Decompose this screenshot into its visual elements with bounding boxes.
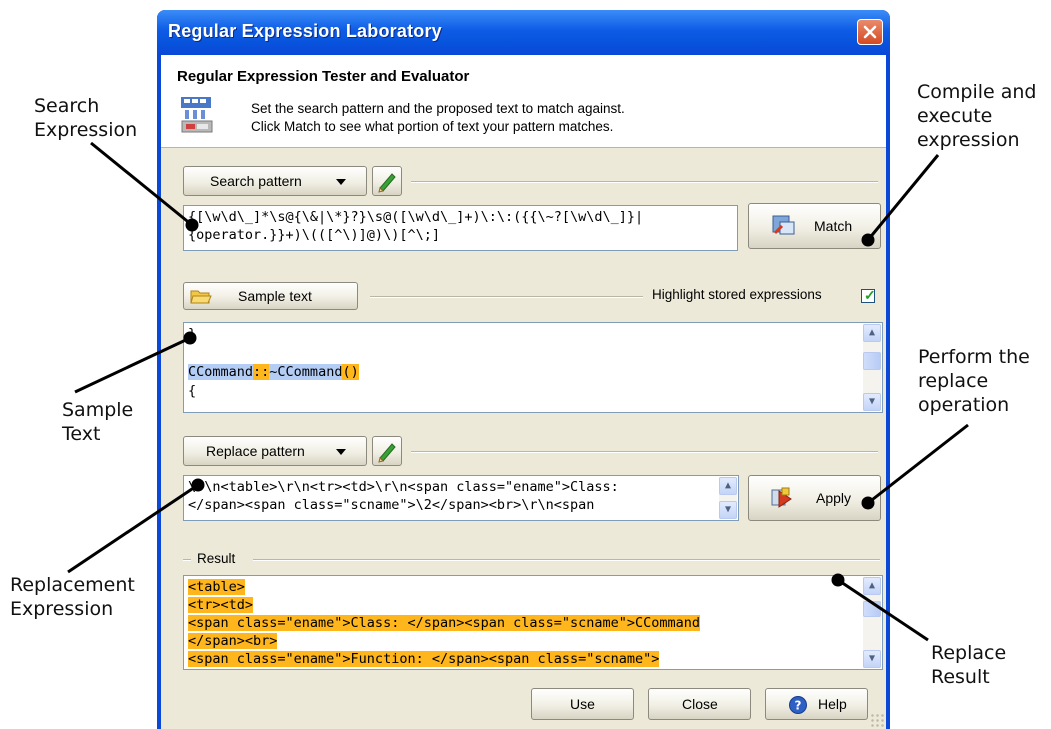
match-button[interactable]: Match	[748, 203, 881, 249]
search-pattern-input[interactable]: {[\w\d\_]*\s@{\&|\*}?}\s@([\w\d\_]+)\:\:…	[183, 205, 738, 251]
close-label: Close	[682, 696, 718, 712]
sample-scrollbar[interactable]: ▲ ▼	[863, 324, 881, 411]
replace-separator	[411, 451, 878, 453]
use-button[interactable]: Use	[531, 688, 634, 720]
search-pattern-line: {[\w\d\_]*\s@{\&|\*}?}\s@([\w\d\_]+)\:\:…	[188, 209, 644, 225]
edit-replace-pattern-button[interactable]	[372, 436, 402, 466]
header-description-line1: Set the search pattern and the proposed …	[251, 101, 625, 116]
help-button[interactable]: ? Help	[765, 688, 868, 720]
header-description-line2: Click Match to see what portion of text …	[251, 119, 614, 134]
annotation-search-expression: Search Expression	[34, 95, 138, 141]
window-title: Regular Expression Laboratory	[168, 21, 442, 41]
result-label: Result	[197, 551, 236, 566]
search-separator	[411, 181, 878, 183]
chevron-down-icon	[336, 449, 346, 455]
scroll-thumb[interactable]	[863, 601, 881, 617]
replace-scrollbar[interactable]: ▲ ▼	[719, 477, 737, 519]
annotation-compile-execute: Compile and execute expression	[917, 81, 1037, 151]
highlight-stored-label: Highlight stored expressions	[652, 287, 822, 302]
scroll-down-icon[interactable]: ▼	[719, 501, 737, 519]
annotation-sample-text: Sample Text	[62, 399, 134, 445]
sample-separator	[370, 296, 643, 298]
result-separator-left	[183, 559, 191, 561]
replace-pattern-input[interactable]: \r\n<table>\r\n<tr><td>\r\n<span class="…	[183, 475, 739, 521]
highlight-stored-checkbox[interactable]: ✓	[861, 287, 876, 303]
scroll-up-icon[interactable]: ▲	[863, 324, 881, 342]
match-label: Match	[814, 218, 853, 234]
apply-button[interactable]: Apply	[748, 475, 881, 521]
result-line: <tr><td>	[188, 597, 254, 613]
replace-pattern-button[interactable]: Replace pattern	[183, 436, 367, 466]
title-bar[interactable]: Regular Expression Laboratory	[157, 10, 890, 55]
annotation-replace-result: Replace Result	[931, 642, 1007, 688]
help-label: Help	[818, 696, 847, 712]
result-row: </span><br>	[188, 633, 278, 649]
scroll-up-icon[interactable]: ▲	[719, 477, 737, 495]
scroll-down-icon[interactable]: ▼	[863, 650, 881, 668]
result-text-area[interactable]: <span class="ename">Function: </span><sp…	[183, 575, 883, 670]
result-line: <span class="ename">Class: </span><span …	[188, 615, 701, 631]
annotation-perform-replace: Perform the replace operation	[918, 346, 1030, 416]
apply-label: Apply	[816, 490, 852, 506]
sample-text-button[interactable]: Sample text	[183, 282, 358, 310]
header-title: Regular Expression Tester and Evaluator	[177, 68, 470, 85]
resize-grip[interactable]	[870, 713, 884, 727]
svg-text:?: ?	[795, 699, 802, 713]
result-row: <tr><td>	[188, 597, 254, 613]
sample-text-line: {	[188, 383, 196, 399]
search-pattern-button[interactable]: Search pattern	[183, 166, 367, 196]
result-line: </span><br>	[188, 633, 278, 649]
dialog-client: Regular Expression Tester and Evaluator …	[161, 55, 886, 729]
regex-lab-dialog: Regular Expression Laboratory Regular Ex…	[157, 10, 890, 729]
result-line: <span class="ename">Function: </span><sp…	[188, 651, 660, 667]
scroll-thumb[interactable]	[863, 352, 881, 370]
sample-text-segment: }	[188, 326, 197, 342]
result-separator	[253, 559, 880, 561]
regex-lab-icon	[179, 95, 227, 135]
sample-text-line: CCommand::~CCommand()	[188, 364, 359, 380]
header-band: Regular Expression Tester and Evaluator …	[161, 55, 886, 148]
sample-text-line: }	[188, 326, 196, 342]
annotation-replacement-expression: Replacement Expression	[10, 574, 135, 620]
sample-text-area[interactable]: { CCommand::~CCommand()} ▲ ▼	[183, 322, 883, 413]
close-icon[interactable]	[857, 19, 883, 45]
result-line: <table>	[188, 579, 245, 595]
chevron-down-icon	[336, 179, 346, 185]
search-pattern-label: Search pattern	[210, 173, 302, 189]
result-row: <span class="ename">Class: </span><span …	[188, 615, 701, 631]
scroll-down-icon[interactable]: ▼	[863, 393, 881, 411]
sample-text-segment: ::	[253, 364, 270, 380]
result-scrollbar[interactable]: ▲ ▼	[863, 577, 881, 668]
replace-pattern-label: Replace pattern	[206, 443, 305, 459]
checkmark-icon: ✓	[864, 287, 876, 303]
sample-text-segment: ()	[342, 364, 359, 380]
scroll-up-icon[interactable]: ▲	[863, 577, 881, 595]
sample-text-segment: ~CCommand	[269, 364, 343, 380]
edit-search-pattern-button[interactable]	[372, 166, 402, 196]
sample-text-segment: CCommand	[188, 364, 254, 380]
search-pattern-line: {operator.}}+)\(([^\)]@)\)[^\;]	[188, 227, 440, 243]
result-row: <span class="ename">Function: </span><sp…	[188, 651, 660, 667]
sample-text-segment: {	[188, 383, 197, 399]
close-button[interactable]: Close	[648, 688, 751, 720]
result-row: <table>	[188, 579, 245, 595]
use-label: Use	[570, 696, 595, 712]
sample-text-label: Sample text	[238, 288, 312, 304]
replace-pattern-line: \r\n<table>\r\n<tr><td>\r\n<span class="…	[188, 479, 619, 495]
replace-pattern-line: </span><span class="scname">\2</span><br…	[188, 497, 595, 513]
